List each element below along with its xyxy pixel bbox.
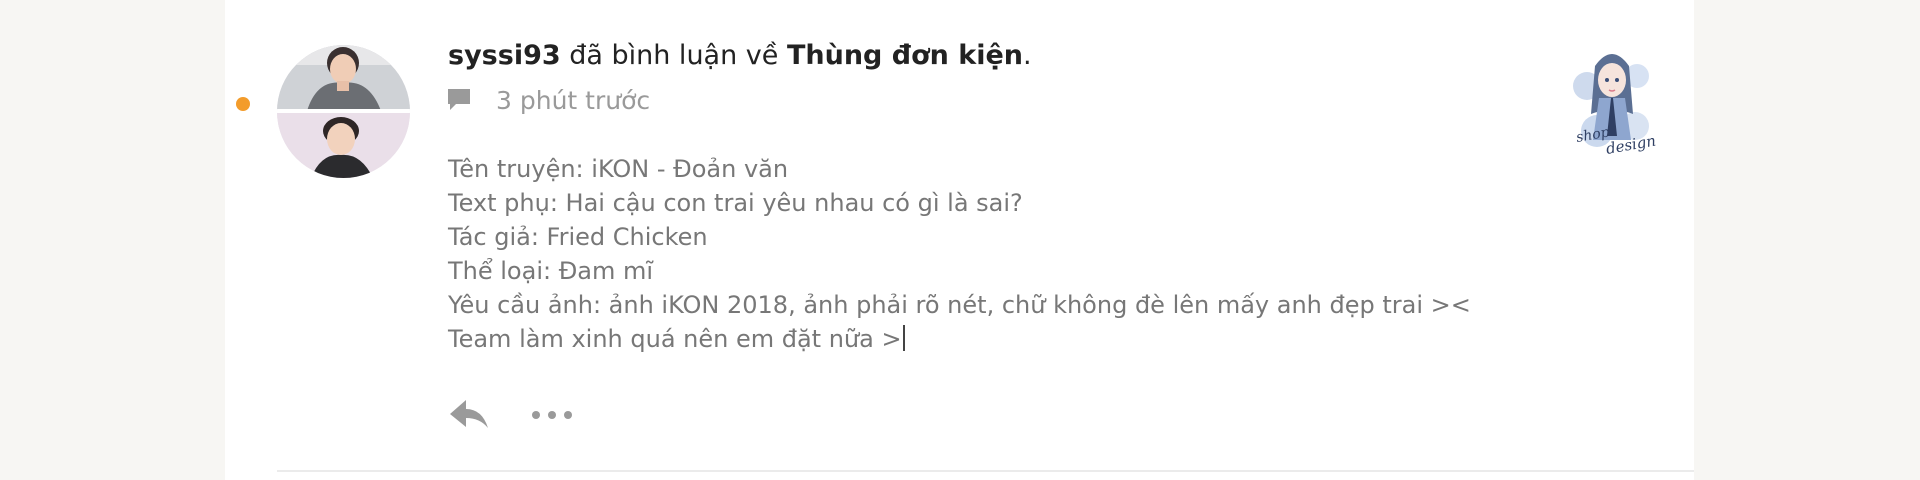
- comment-line: Tên truyện: iKON - Đoản văn: [448, 155, 789, 183]
- reply-icon: [450, 400, 488, 428]
- comment-line: Yêu cầu ảnh: ảnh iKON 2018, ảnh phải rõ …: [448, 291, 1471, 319]
- username-link[interactable]: syssi93: [448, 40, 561, 71]
- more-icon-dot: [532, 411, 540, 419]
- timestamp: 3 phút trước: [496, 85, 651, 115]
- story-thumbnail[interactable]: shop design: [1567, 36, 1657, 166]
- more-icon-dot: [564, 411, 572, 419]
- notification-headline: syssi93 đã bình luận về Thùng đơn kiện.: [448, 38, 1032, 74]
- story-title-link[interactable]: Thùng đơn kiện: [787, 40, 1023, 71]
- comment-line: Thể loại: Đam mĩ: [448, 257, 654, 285]
- story-thumbnail-image: shop design: [1567, 36, 1657, 166]
- text-caret: [902, 325, 905, 351]
- comment-line: Team làm xinh quá nên em đặt nữa >: [448, 325, 902, 353]
- more-button[interactable]: [532, 396, 572, 434]
- notification-meta: 3 phút trước: [446, 83, 650, 117]
- trailing-punct: .: [1023, 40, 1032, 71]
- comment-body: Tên truyện: iKON - Đoản văn Text phụ: Ha…: [448, 152, 1471, 356]
- avatar[interactable]: [277, 45, 410, 178]
- divider: [277, 470, 1694, 472]
- action-bar: [448, 396, 572, 434]
- avatar-image: [277, 45, 410, 178]
- comment-line: Text phụ: Hai cậu con trai yêu nhau có g…: [448, 189, 1023, 217]
- more-icon-dot: [548, 411, 556, 419]
- comment-icon: [448, 89, 470, 110]
- unread-indicator: [236, 97, 250, 111]
- comment-line: Tác giả: Fried Chicken: [448, 223, 708, 251]
- comment-line-last: Team làm xinh quá nên em đặt nữa >: [448, 322, 1471, 356]
- reply-button[interactable]: [448, 396, 492, 434]
- action-text: đã bình luận về: [560, 40, 787, 71]
